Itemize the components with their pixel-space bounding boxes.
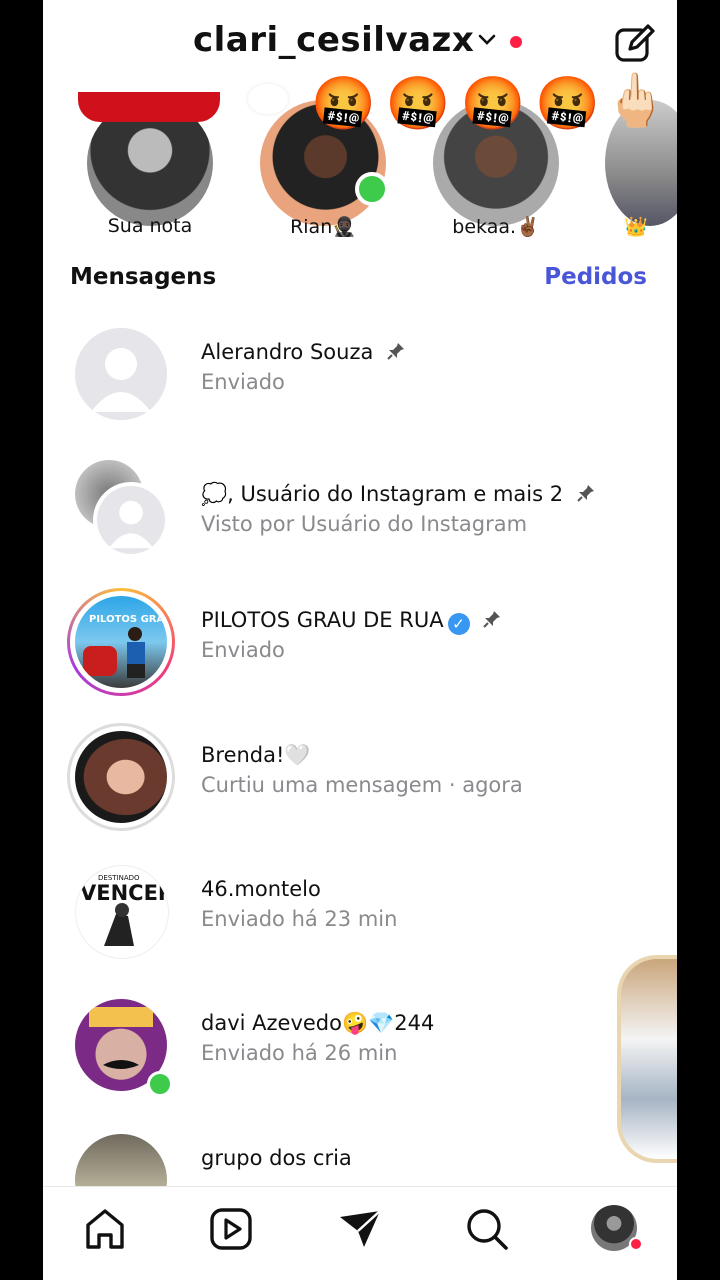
pin-icon [387, 343, 405, 360]
pin-icon [483, 611, 501, 628]
thread-row[interactable]: DESTINADO VENCER 46.montelo Enviado há 2… [43, 865, 677, 985]
avatar-image: PILOTOS GRAU DE RUA [83, 614, 167, 678]
online-indicator [147, 1071, 173, 1097]
thread-name: 💭, Usuário do Instagram e mais 2 [201, 482, 564, 506]
avatar [75, 328, 167, 420]
thread-row[interactable]: Alerandro Souza Enviado [43, 328, 677, 448]
thread-status: Enviado [201, 370, 285, 394]
avatar: PILOTOS GRAU DE RUA [75, 596, 167, 688]
default-user-icon [97, 486, 165, 554]
thread-name: davi Azevedo🤪💎244 [201, 1011, 435, 1035]
pin-icon [577, 485, 594, 502]
thread-row[interactable]: davi Azevedo🤪💎244 Enviado há 26 min [43, 999, 677, 1119]
bottom-nav [43, 1186, 677, 1280]
thread-status: Curtiu uma mensagem · agora [201, 773, 523, 797]
thread-status: Visto por Usuário do Instagram [201, 512, 528, 536]
note-label: Sua nota [107, 215, 193, 237]
note-bubble[interactable] [78, 92, 220, 122]
note-label: bekaa.✌🏾 [452, 216, 540, 238]
avatar-text: PILOTOS GRAU DE RUA [89, 614, 167, 625]
thread-row[interactable]: PILOTOS GRAU DE RUA PILOTOS GRAU DE RUA✓… [43, 588, 677, 716]
avatar: DESTINADO VENCER [75, 865, 169, 959]
thread-status: Enviado há 23 min [201, 907, 398, 931]
verified-badge-icon: ✓ [447, 613, 470, 635]
online-indicator [355, 172, 389, 206]
requests-link[interactable]: Pedidos [544, 264, 647, 290]
home-icon[interactable] [81, 1205, 129, 1253]
note-label: Rian🥷🏿 [290, 216, 356, 238]
thread-status: Enviado há 26 min [201, 1041, 398, 1065]
thread-name: PILOTOS GRAU DE RUA [201, 608, 444, 632]
thread-row[interactable]: Brenda!🤍 Curtiu uma mensagem · agora [43, 723, 677, 851]
section-title: Mensagens [70, 264, 217, 290]
account-username[interactable]: clari_cesilvazx [193, 20, 474, 60]
search-icon[interactable] [463, 1205, 511, 1253]
thread-name: Brenda!🤍 [201, 743, 311, 767]
note-label: 👑 [624, 216, 648, 238]
avatar-image: DESTINADO VENCER [80, 874, 168, 946]
middle-finger-sticker: 🖕🏻 [603, 71, 668, 131]
default-user-icon [75, 328, 167, 420]
thread-row[interactable]: 💭, Usuário do Instagram e mais 2 Visto p… [43, 460, 677, 580]
floating-sticker[interactable] [617, 955, 677, 1163]
thread-status: Enviado [201, 638, 285, 662]
thread-name: grupo dos cria [201, 1146, 352, 1170]
avatar-text: VENCER [80, 881, 168, 905]
direct-send-icon[interactable] [336, 1205, 384, 1253]
notification-dot [629, 1237, 643, 1251]
compose-icon[interactable] [613, 22, 657, 66]
thread-name: 46.montelo [201, 877, 321, 901]
note-bubble[interactable] [248, 84, 288, 114]
reels-icon[interactable] [207, 1205, 255, 1253]
thread-name: Alerandro Souza [201, 340, 374, 364]
avatar [75, 731, 167, 823]
messages-screen: clari_cesilvazx 🤬🤬🤬🤬 🖕🏻 Sua nota Rian🥷🏿 … [43, 0, 677, 1280]
notification-dot [510, 36, 522, 48]
chevron-down-icon[interactable] [475, 28, 499, 52]
